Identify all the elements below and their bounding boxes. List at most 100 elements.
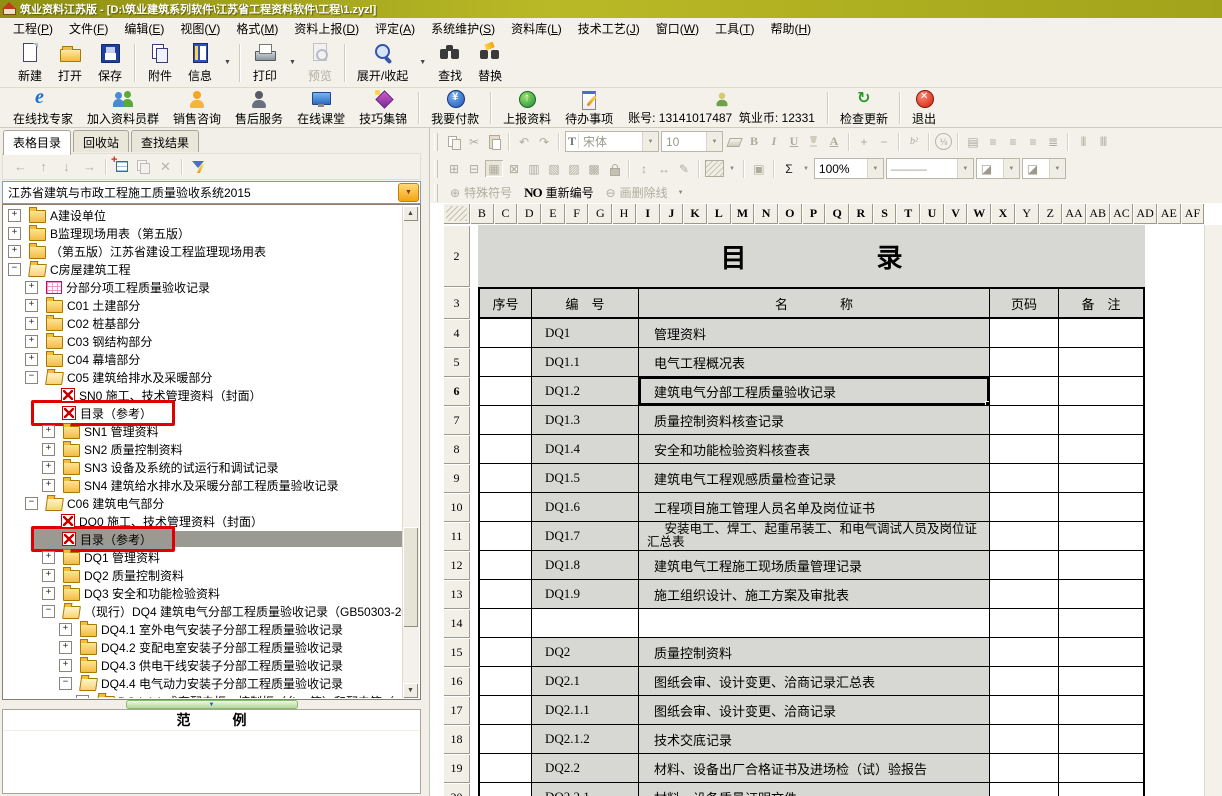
row-header-19[interactable]: 19 bbox=[443, 754, 470, 783]
cell-page[interactable] bbox=[990, 580, 1059, 608]
cell-code[interactable]: DQ1.6 bbox=[532, 493, 639, 521]
collapse-minus-icon[interactable]: − bbox=[42, 605, 55, 618]
cell-note[interactable] bbox=[1059, 667, 1143, 695]
column-header-Z[interactable]: Z bbox=[1039, 203, 1063, 224]
splitter-handle[interactable]: ▼ bbox=[126, 700, 298, 709]
row-header-8[interactable]: 8 bbox=[443, 435, 470, 464]
cell-seq[interactable] bbox=[480, 435, 532, 463]
underline-icon[interactable]: U bbox=[785, 133, 803, 150]
tab-查找结果[interactable]: 查找结果 bbox=[131, 130, 199, 152]
row-header-12[interactable]: 12 bbox=[443, 551, 470, 580]
row-header-5[interactable]: 5 bbox=[443, 348, 470, 377]
toolbar-button-print[interactable]: 打印 bbox=[245, 41, 285, 85]
cell-name[interactable]: 技术交底记录 bbox=[639, 725, 990, 753]
header-name[interactable]: 名 称 bbox=[639, 289, 990, 317]
toolbar-button-new-file[interactable]: 新建 bbox=[10, 41, 50, 85]
combobox-dropdown-icon[interactable]: ▼ bbox=[706, 132, 722, 151]
row-header-9[interactable]: 9 bbox=[443, 464, 470, 493]
column-header-AE[interactable]: AE bbox=[1157, 203, 1181, 224]
vertical-text-2-icon[interactable]: |||| bbox=[1094, 133, 1112, 150]
cell-seq[interactable] bbox=[480, 580, 532, 608]
cell-name[interactable]: 安装电工、焊工、起重吊装工、和电气调试人员及岗位证汇总表 bbox=[639, 522, 990, 550]
collapse-minus-icon[interactable]: − bbox=[25, 497, 38, 510]
cell-note[interactable] bbox=[1059, 696, 1143, 724]
insert-table-icon[interactable]: ▥ bbox=[525, 160, 543, 177]
row-header-7[interactable]: 7 bbox=[443, 406, 470, 435]
menu-item-J[interactable]: 技术工艺(J) bbox=[570, 18, 648, 39]
fill-pattern-icon[interactable] bbox=[705, 160, 724, 177]
column-header-L[interactable]: L bbox=[707, 203, 731, 224]
expand-plus-icon[interactable]: + bbox=[42, 461, 55, 474]
tree-item[interactable]: SN1 管理资料 bbox=[59, 423, 163, 439]
cell-page[interactable] bbox=[990, 609, 1059, 637]
column-header-D[interactable]: D bbox=[517, 203, 541, 224]
combobox-dropdown-icon[interactable]: ▼ bbox=[642, 132, 658, 151]
highlight-icon[interactable] bbox=[805, 133, 823, 150]
toolbar-button-pay[interactable]: 我要付款 bbox=[424, 90, 486, 126]
distribute-rows-icon[interactable]: ▧ bbox=[545, 160, 563, 177]
column-header-M[interactable]: M bbox=[731, 203, 755, 224]
cell-seq[interactable] bbox=[480, 696, 532, 724]
dropdown-arrow-icon[interactable]: ▼ bbox=[285, 59, 300, 66]
tree-item[interactable]: DQ4.4 电气动力安装子分部工程质量验收记录 bbox=[76, 675, 347, 691]
split-cells-icon[interactable]: ⊠ bbox=[505, 160, 523, 177]
cell-seq[interactable] bbox=[480, 667, 532, 695]
combobox-dropdown-button[interactable]: ▼ bbox=[398, 183, 419, 202]
cell-note[interactable] bbox=[1059, 725, 1143, 753]
cell-seq[interactable] bbox=[480, 551, 532, 579]
scroll-up-icon[interactable]: ▲ bbox=[403, 206, 418, 221]
column-header-W[interactable]: W bbox=[967, 203, 991, 224]
cell-name[interactable]: 质量控制资料 bbox=[639, 638, 990, 666]
row-header-10[interactable]: 10 bbox=[443, 493, 470, 522]
cell-seq[interactable] bbox=[480, 406, 532, 434]
tree-item[interactable]: SN2 质量控制资料 bbox=[59, 441, 187, 457]
cell-page[interactable] bbox=[990, 464, 1059, 492]
paragraph-icon[interactable]: ▤ bbox=[964, 133, 982, 150]
row-header-17[interactable]: 17 bbox=[443, 696, 470, 725]
toolbar-button-replace[interactable]: 替换 bbox=[470, 41, 510, 85]
toolbar-button-find[interactable]: 查找 bbox=[430, 41, 470, 85]
row-header-2[interactable]: 2 bbox=[443, 225, 470, 287]
menu-item-T[interactable]: 工具(T) bbox=[707, 18, 762, 39]
menu-item-L[interactable]: 资料库(L) bbox=[503, 18, 570, 39]
cell-name[interactable]: 施工组织设计、施工方案及审批表 bbox=[639, 580, 990, 608]
cell-page[interactable] bbox=[990, 522, 1059, 550]
cell-name[interactable] bbox=[639, 609, 990, 637]
header-note[interactable]: 备 注 bbox=[1059, 289, 1143, 317]
tree-item[interactable]: C房屋建筑工程 bbox=[25, 261, 135, 277]
format-button-special-symbol[interactable]: ⊕特殊符号 bbox=[445, 184, 517, 201]
toolbar-button-upload[interactable]: 上报资料 bbox=[496, 90, 558, 126]
column-header-U[interactable]: U bbox=[920, 203, 944, 224]
cell-note[interactable] bbox=[1059, 464, 1143, 492]
scrollbar-thumb[interactable] bbox=[403, 527, 418, 627]
panel-splitter[interactable]: ▼ bbox=[2, 700, 421, 709]
tree-item[interactable]: C04 幕墙部分 bbox=[42, 351, 144, 367]
cell-page[interactable] bbox=[990, 493, 1059, 521]
column-header-N[interactable]: N bbox=[754, 203, 778, 224]
superscript-icon[interactable]: b² bbox=[905, 133, 923, 150]
expand-plus-icon[interactable]: + bbox=[8, 245, 21, 258]
expand-plus-icon[interactable]: + bbox=[25, 353, 38, 366]
toolbar-drag-handle[interactable] bbox=[434, 133, 438, 151]
tree-item[interactable]: C01 土建部分 bbox=[42, 297, 144, 313]
cell-seq[interactable] bbox=[480, 493, 532, 521]
toolbar-button-update[interactable]: 检查更新 bbox=[833, 90, 895, 126]
tab-回收站[interactable]: 回收站 bbox=[73, 130, 129, 152]
toolbar-drag-handle[interactable] bbox=[434, 184, 438, 202]
cell-code[interactable]: DQ1.2 bbox=[532, 377, 639, 405]
column-header-O[interactable]: O bbox=[778, 203, 802, 224]
cell-code[interactable]: DQ1 bbox=[532, 319, 639, 347]
cut-icon[interactable]: ✂ bbox=[465, 133, 483, 150]
paste-icon[interactable] bbox=[485, 133, 503, 150]
format-button-renumber[interactable]: NO重新编号 bbox=[519, 184, 599, 201]
toolbar-button-tips[interactable]: 技巧集锦 bbox=[352, 90, 414, 126]
cell-seq[interactable] bbox=[480, 464, 532, 492]
tree-vertical-scrollbar[interactable]: ▲ ▼ bbox=[402, 206, 419, 698]
row-header-20[interactable]: 20 bbox=[443, 783, 470, 796]
cell-name[interactable]: 管理资料 bbox=[639, 319, 990, 347]
cell-note[interactable] bbox=[1059, 377, 1143, 405]
dropdown-arrow-icon[interactable]: ▼ bbox=[220, 59, 235, 66]
fraction-icon[interactable]: ⅛ bbox=[935, 133, 952, 150]
expand-plus-icon[interactable]: + bbox=[59, 641, 72, 654]
toolbar-button-info[interactable]: 信息 bbox=[180, 41, 220, 85]
